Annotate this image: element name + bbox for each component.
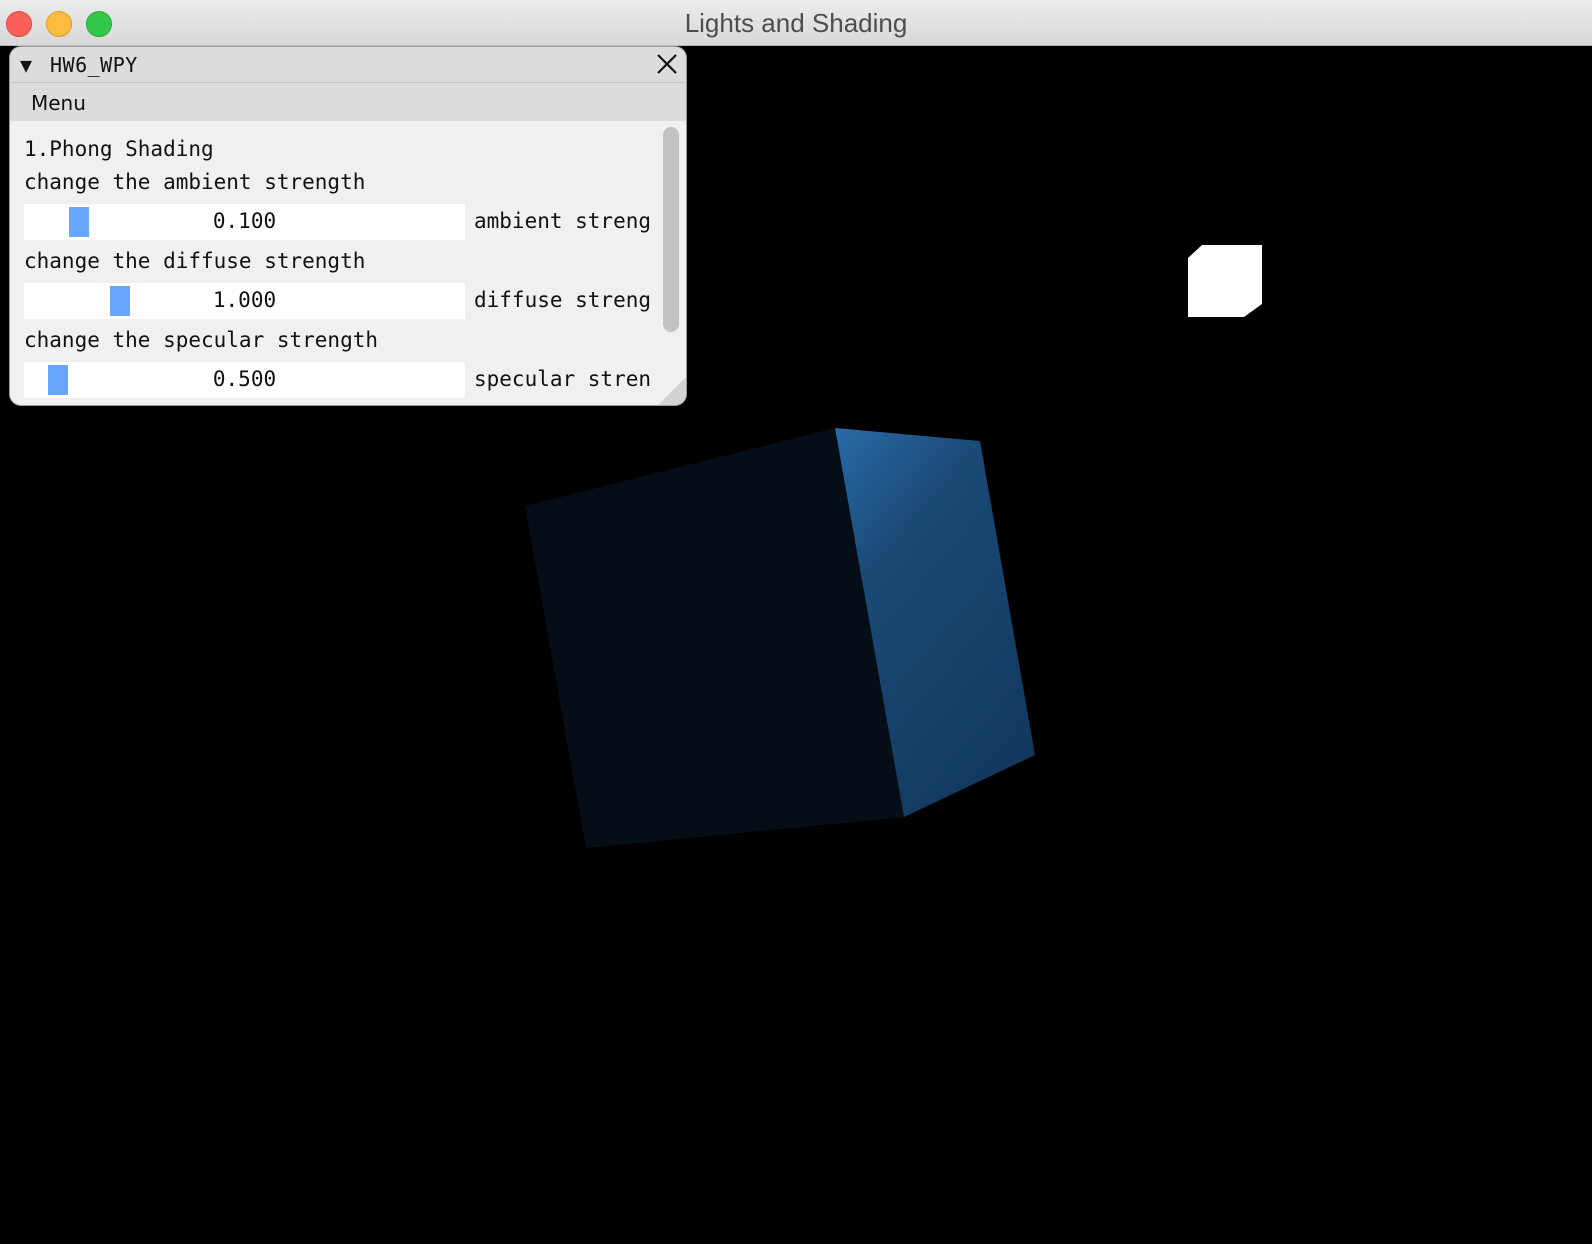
resize-grip-icon[interactable]: [658, 377, 686, 405]
panel-scrollbar[interactable]: [662, 127, 680, 403]
ambient-slider-label: ambient strength: [474, 209, 650, 233]
menu-item-menu[interactable]: Menu: [31, 91, 86, 115]
panel-content: 1.Phong Shading change the ambient stren…: [24, 121, 664, 405]
ambient-strength-slider[interactable]: 0.100: [24, 204, 465, 240]
panel-titlebar[interactable]: ▼ HW6_WPY: [10, 47, 686, 83]
specular-value: 0.500: [212, 367, 277, 391]
diffuse-caption: change the diffuse strength: [24, 249, 366, 273]
diffuse-strength-slider[interactable]: 1.000: [24, 283, 465, 319]
panel-title: HW6_WPY: [50, 53, 138, 77]
diffuse-value: 1.000: [212, 288, 277, 312]
scrollbar-thumb[interactable]: [663, 127, 679, 332]
diffuse-slider-label: diffuse strength: [474, 288, 650, 312]
specular-strength-slider[interactable]: 0.500: [24, 362, 465, 398]
triangle-down-icon[interactable]: ▼: [20, 53, 32, 77]
app-window: Lights and Shading ▼ HW6_WPY Menu 1.Phon…: [0, 0, 1592, 1244]
close-x-icon[interactable]: [654, 51, 680, 77]
section-heading: 1.Phong Shading: [24, 137, 214, 161]
ambient-value: 0.100: [212, 209, 277, 233]
panel-menubar: Menu: [10, 83, 686, 121]
window-titlebar[interactable]: Lights and Shading: [0, 0, 1592, 46]
ambient-caption: change the ambient strength: [24, 170, 366, 194]
specular-caption: change the specular strength: [24, 328, 379, 352]
imgui-panel[interactable]: ▼ HW6_WPY Menu 1.Phong Shading change th…: [9, 46, 687, 406]
window-title: Lights and Shading: [684, 8, 908, 38]
specular-slider-label: specular strength: [474, 367, 650, 391]
light-source-cube: [1188, 245, 1262, 317]
